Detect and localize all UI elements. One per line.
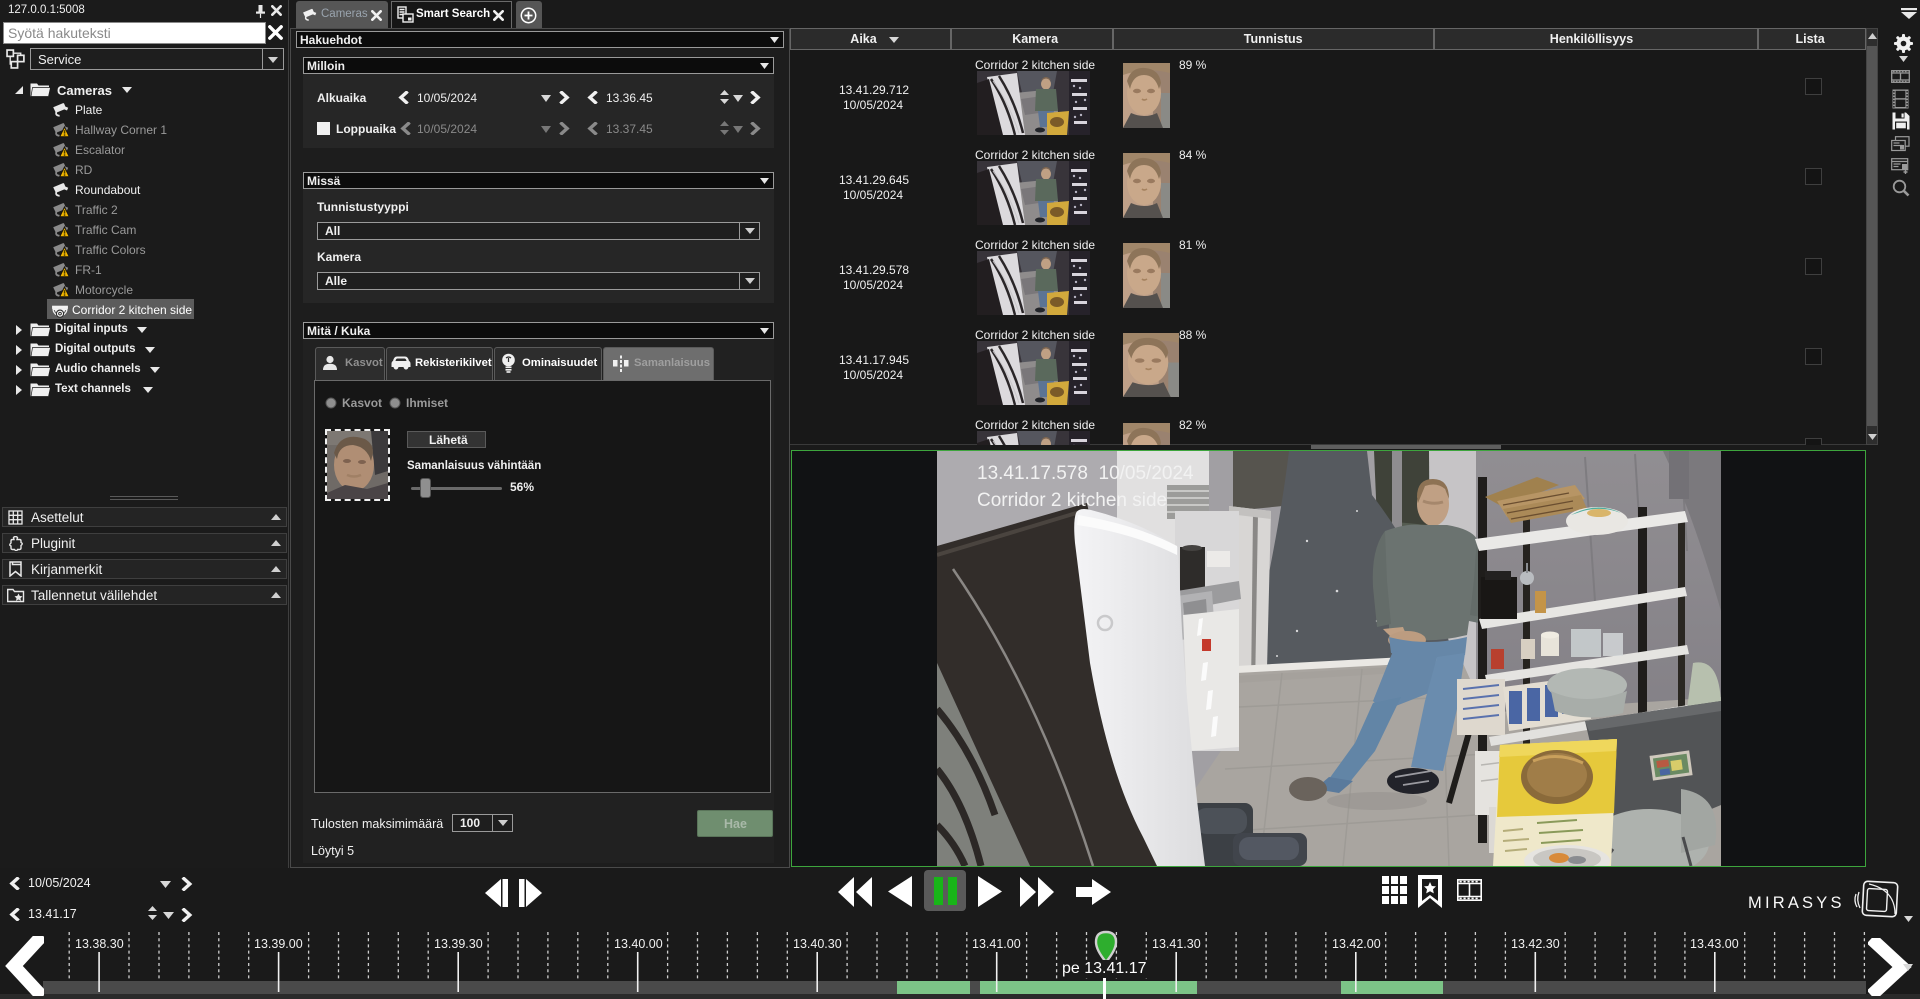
svg-text:Corridor 2 kitchen side: Corridor 2 kitchen side (977, 490, 1167, 511)
svg-text:13.41.17.578 10/05/2024: 13.41.17.578 10/05/2024 (977, 463, 1194, 484)
